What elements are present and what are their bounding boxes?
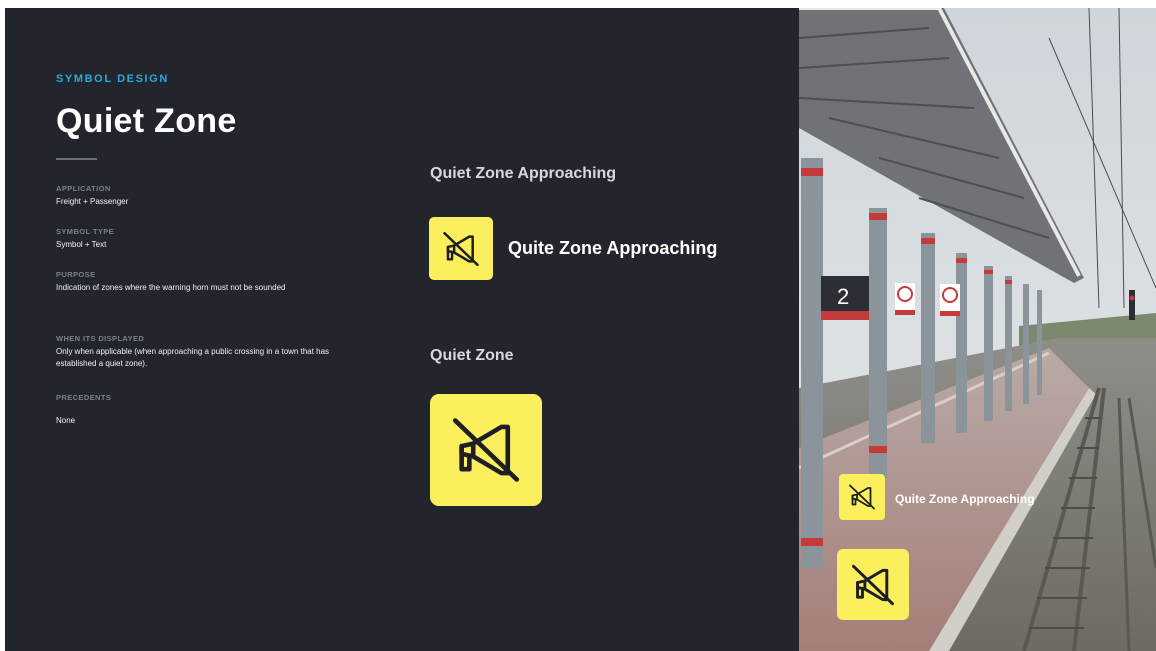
- no-horn-icon: [452, 418, 520, 482]
- no-horn-icon: [849, 484, 875, 510]
- precedents-value: None: [56, 416, 76, 425]
- platform-number: 2: [837, 284, 849, 309]
- no-horn-icon: [852, 564, 894, 605]
- station-platform-photo: 2 Quite Zone Approaching: [799, 8, 1156, 651]
- quiet-zone-sign: [430, 394, 542, 506]
- title-divider: [56, 158, 97, 160]
- purpose-value: Indication of zones where the warning ho…: [56, 283, 286, 292]
- approaching-heading: Quiet Zone Approaching: [430, 165, 617, 182]
- approaching-sign-text: Quite Zone Approaching: [508, 238, 718, 258]
- precedents-label: PRECEDENTS: [56, 393, 112, 402]
- symbol-type-value: Symbol + Text: [56, 240, 107, 249]
- when-displayed-value: Only when applicable (when approaching a…: [56, 347, 330, 368]
- overlay-quiet-zone-sign: [837, 549, 909, 620]
- purpose-label: PURPOSE: [56, 270, 96, 279]
- approaching-sign: [429, 217, 493, 280]
- symbol-type-label: SYMBOL TYPE: [56, 227, 115, 236]
- slide: SYMBOL DESIGN Quiet Zone APPLICATION Fre…: [5, 8, 1156, 651]
- no-horn-icon: [443, 231, 479, 266]
- zone-heading: Quiet Zone: [430, 347, 514, 364]
- overlay-approaching-text: Quite Zone Approaching: [895, 492, 1035, 506]
- overlay-approaching-sign: [839, 474, 885, 520]
- eyebrow-label: SYMBOL DESIGN: [56, 73, 169, 85]
- application-label: APPLICATION: [56, 184, 111, 193]
- page-title: Quiet Zone: [56, 102, 237, 140]
- application-value: Freight + Passenger: [56, 197, 129, 206]
- when-displayed-label: WHEN ITS DISPLAYED: [56, 334, 145, 343]
